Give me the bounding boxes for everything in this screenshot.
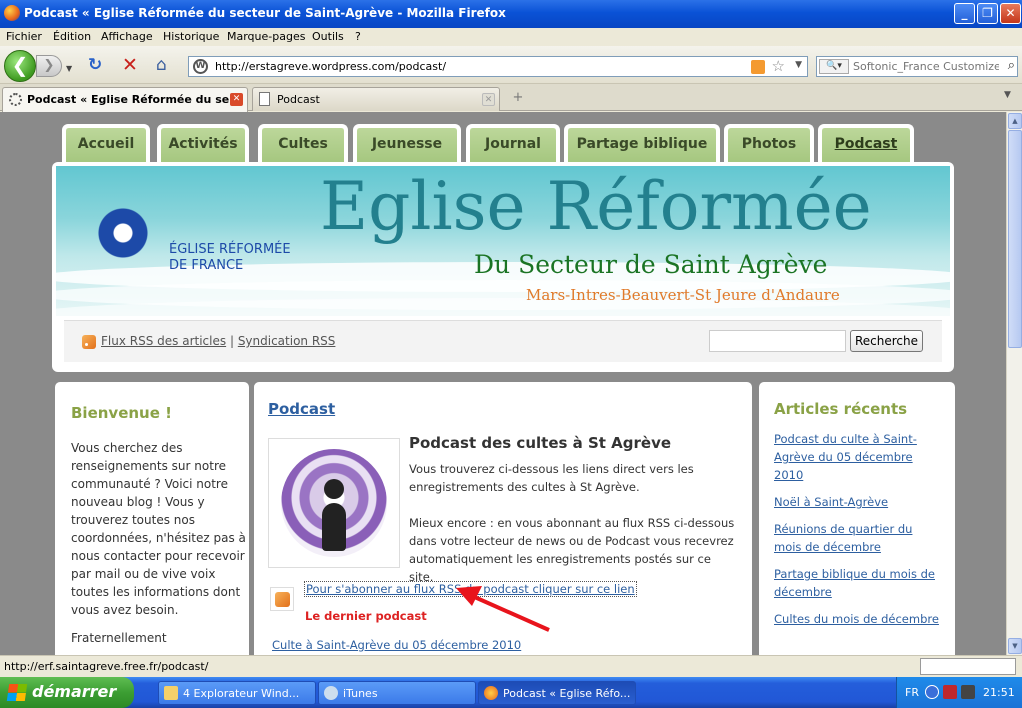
- tab-label: Podcast « Eglise Réformée du se...: [27, 93, 242, 106]
- loading-spinner-icon: [9, 93, 22, 106]
- url-text[interactable]: http://erstagreve.wordpress.com/podcast/: [215, 60, 446, 73]
- status-progress-box: [920, 658, 1016, 675]
- window-title: Podcast « Eglise Réformée du secteur de …: [24, 6, 506, 20]
- menu-marque-pages[interactable]: Marque-pages: [227, 30, 305, 43]
- url-dropdown-icon[interactable]: ▼: [795, 60, 802, 70]
- firefox-icon: [484, 686, 498, 700]
- search-icon[interactable]: ⌕: [1008, 58, 1015, 73]
- scroll-down-icon[interactable]: ▼: [1008, 638, 1022, 654]
- arrow-head: [456, 586, 482, 606]
- history-dropdown-icon[interactable]: ▼: [66, 60, 72, 78]
- folder-icon: [164, 686, 178, 700]
- search-input[interactable]: [851, 58, 1001, 75]
- tray-nav-icon[interactable]: [925, 685, 939, 699]
- tray-app-icon[interactable]: [943, 685, 957, 699]
- close-tab-icon[interactable]: ✕: [230, 93, 243, 106]
- system-tray: FR 21:51: [896, 677, 1022, 708]
- home-icon[interactable]: ⌂: [156, 56, 167, 74]
- task-label: Podcast « Eglise Réfo...: [503, 687, 631, 700]
- firefox-icon: [4, 5, 20, 21]
- task-label: 4 Explorateur Wind...: [183, 687, 300, 700]
- status-bar: http://erf.saintagreve.free.fr/podcast/: [0, 655, 1022, 677]
- maximize-button[interactable]: ❐: [977, 3, 998, 24]
- tab-podcast-eglise[interactable]: Podcast « Eglise Réformée du se... ✕: [2, 87, 248, 112]
- task-firefox[interactable]: Podcast « Eglise Réfo...: [478, 681, 636, 705]
- page-icon: [259, 92, 270, 106]
- arrow-shaft: [469, 593, 550, 632]
- start-button[interactable]: démarrer: [0, 677, 134, 708]
- task-label: iTunes: [343, 687, 378, 700]
- navigation-toolbar: ❮ ❯ ▼ ↻ ✕ ⌂ W http://erstagreve.wordpres…: [0, 46, 1022, 84]
- menu-edition[interactable]: Édition: [53, 30, 91, 43]
- menu-help[interactable]: ?: [355, 30, 361, 43]
- task-explorer[interactable]: 4 Explorateur Wind...: [158, 681, 316, 705]
- search-engine-icon[interactable]: 🔍▾: [819, 59, 849, 74]
- clock: 21:51: [983, 686, 1015, 699]
- reload-icon[interactable]: ↻: [88, 56, 102, 74]
- wordpress-favicon-icon: W: [193, 59, 208, 74]
- windows-taskbar: démarrer 4 Explorateur Wind... iTunes Po…: [0, 677, 1022, 708]
- menu-bar: Fichier Édition Affichage Historique Mar…: [0, 28, 1022, 46]
- menu-fichier[interactable]: Fichier: [6, 30, 42, 43]
- start-label: démarrer: [32, 682, 117, 701]
- tray-vm-icon[interactable]: [961, 685, 975, 699]
- window-titlebar: Podcast « Eglise Réformée du secteur de …: [0, 0, 1022, 28]
- stop-icon[interactable]: ✕: [122, 56, 138, 75]
- back-button[interactable]: ❮: [4, 50, 36, 82]
- tab-label: Podcast: [277, 93, 320, 106]
- language-indicator[interactable]: FR: [905, 686, 919, 699]
- itunes-icon: [324, 686, 338, 700]
- close-tab-icon[interactable]: ✕: [482, 93, 495, 106]
- status-text: http://erf.saintagreve.free.fr/podcast/: [4, 660, 209, 673]
- scroll-thumb[interactable]: [1008, 130, 1022, 348]
- tab-list-icon[interactable]: ▼: [1004, 90, 1011, 100]
- tab-bar: Podcast « Eglise Réformée du se... ✕ Pod…: [0, 84, 1022, 112]
- vertical-scrollbar[interactable]: ▲ ▼: [1006, 112, 1022, 655]
- page-viewport: Accueil Activités Cultes Jeunesse Journa…: [0, 112, 1006, 655]
- tab-podcast[interactable]: Podcast ✕: [252, 87, 500, 111]
- menu-affichage[interactable]: Affichage: [101, 30, 153, 43]
- forward-button[interactable]: ❯: [36, 55, 62, 77]
- scroll-up-icon[interactable]: ▲: [1008, 113, 1022, 129]
- annotation-arrow: [456, 586, 550, 632]
- minimize-button[interactable]: _: [954, 3, 975, 24]
- bookmark-star-icon[interactable]: ☆: [772, 57, 785, 75]
- rss-feed-icon[interactable]: [751, 60, 765, 74]
- close-window-button[interactable]: ✕: [1000, 3, 1021, 24]
- menu-outils[interactable]: Outils: [312, 30, 344, 43]
- url-bar[interactable]: W http://erstagreve.wordpress.com/podcas…: [188, 56, 808, 77]
- search-box[interactable]: 🔍▾ ⌕: [816, 56, 1018, 77]
- new-tab-icon[interactable]: +: [508, 89, 528, 107]
- windows-logo-icon: [6, 684, 28, 701]
- menu-historique[interactable]: Historique: [163, 30, 219, 43]
- task-itunes[interactable]: iTunes: [318, 681, 476, 705]
